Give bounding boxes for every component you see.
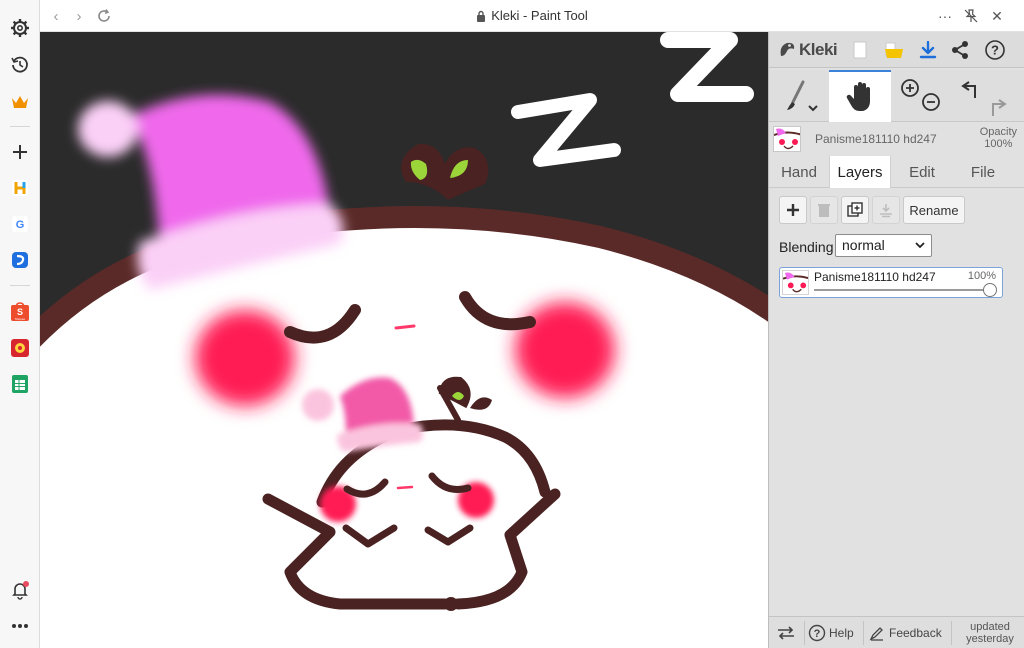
help-button[interactable]: ? Help	[808, 617, 854, 648]
duplicate-layer-button[interactable]	[841, 196, 869, 224]
tool-panel: Kleki ? Panisme181110 hd247 Opacity 100%…	[768, 32, 1024, 648]
h-app-icon[interactable]	[6, 174, 34, 202]
blending-value: normal	[842, 237, 885, 253]
page-title: Kleki - Paint Tool	[40, 8, 1024, 25]
shopee-icon[interactable]: S Shopee	[6, 298, 34, 326]
zoom-in-icon[interactable]	[901, 79, 919, 97]
rename-layer-button[interactable]: Rename	[903, 196, 965, 224]
layer-opacity-slider-track[interactable]	[814, 289, 990, 291]
bottom-divider	[804, 621, 805, 645]
svg-text:?: ?	[991, 43, 999, 58]
chevron-down-icon	[915, 242, 925, 249]
opacity-value: 100%	[984, 138, 1013, 150]
shopee-label: Shopee	[15, 317, 26, 321]
hand-icon	[846, 82, 870, 111]
help-label: Help	[829, 626, 854, 640]
brush-icon	[787, 80, 818, 112]
undo-icon[interactable]	[961, 81, 976, 98]
close-button[interactable]: ✕	[986, 6, 1008, 26]
kleki-logo-text: Kleki	[799, 40, 838, 59]
panel-bottom-bar: ? Help Feedback updated yesterday	[769, 616, 1024, 648]
crown-icon[interactable]	[6, 88, 34, 116]
zoom-out-icon[interactable]	[922, 93, 940, 111]
updated-line-1: updated	[970, 621, 1010, 633]
svg-text:G: G	[16, 219, 25, 231]
bottom-divider	[863, 621, 864, 645]
feedback-button[interactable]: Feedback	[869, 617, 942, 648]
left-cheek	[195, 310, 295, 406]
tool-row	[769, 70, 1024, 122]
updated-line-2: yesterday	[966, 633, 1014, 645]
feedback-label: Feedback	[889, 626, 942, 640]
layer-list-item[interactable]: Panisme181110 hd247 100%	[779, 267, 1003, 298]
duplicate-icon	[847, 202, 863, 217]
add-layer-button[interactable]	[779, 196, 807, 224]
plus-icon[interactable]	[6, 138, 34, 166]
help-icon[interactable]: ?	[982, 37, 1008, 63]
zoom-tools	[893, 74, 953, 118]
page-title-text: Kleki - Paint Tool	[491, 8, 588, 23]
bell-icon[interactable]	[6, 576, 34, 604]
app-window: G S Shopee ‹ › Kleki - Paint Tool ··· ✕ …	[0, 0, 1024, 648]
tab-hand[interactable]: Hand	[769, 156, 829, 188]
kleki-logo-icon	[780, 42, 795, 56]
opacity-label: Opacity	[979, 126, 1017, 138]
tab-layers[interactable]: Layers	[829, 156, 891, 188]
sheets-icon[interactable]	[6, 370, 34, 398]
delete-layer-button[interactable]	[810, 196, 838, 224]
undo-redo-tools	[955, 74, 1021, 118]
google-icon[interactable]: G	[6, 210, 34, 238]
swap-panel-icon[interactable]	[777, 617, 795, 648]
help-circle-icon: ?	[808, 624, 826, 642]
share-icon[interactable]	[947, 37, 973, 63]
lock-icon	[476, 10, 486, 25]
updated-status: updated yesterday	[955, 621, 1024, 645]
pin-off-icon[interactable]	[960, 6, 982, 26]
tab-file[interactable]: File	[953, 156, 1013, 188]
sidebar-divider	[10, 126, 30, 127]
panel-tabs: Hand Layers Edit File	[769, 156, 1024, 188]
download-icon[interactable]	[915, 37, 941, 63]
nose	[394, 324, 416, 330]
blending-label: Blending	[779, 239, 834, 255]
more-icon[interactable]	[6, 612, 34, 640]
gear-icon[interactable]	[6, 14, 34, 42]
current-layer-info: Panisme181110 hd247 Opacity 100%	[769, 122, 1024, 156]
layer-buttons: Rename	[769, 196, 1024, 226]
feedback-icon	[869, 627, 883, 641]
svg-text:S: S	[17, 307, 23, 317]
blending-row: Blending normal	[779, 234, 1019, 258]
new-file-icon[interactable]	[847, 37, 873, 63]
more-menu-button[interactable]: ···	[934, 6, 956, 26]
artwork	[40, 32, 768, 648]
blue-app-icon[interactable]	[6, 246, 34, 274]
hand-tool-button[interactable]	[829, 70, 891, 122]
redo-icon[interactable]	[992, 99, 1007, 116]
browser-title-bar: ‹ › Kleki - Paint Tool ··· ✕	[40, 0, 1024, 32]
open-folder-icon[interactable]	[881, 37, 907, 63]
bottom-divider	[951, 621, 952, 645]
blending-select[interactable]: normal	[835, 234, 932, 257]
history-icon[interactable]	[6, 51, 34, 79]
trash-icon	[818, 204, 830, 217]
game-icon[interactable]	[6, 334, 34, 362]
panel-top-bar: Kleki ?	[769, 32, 1024, 68]
merge-layer-button[interactable]	[872, 196, 900, 224]
tab-edit[interactable]: Edit	[891, 156, 953, 188]
layer-thumbnail	[782, 270, 809, 295]
current-layer-name: Panisme181110 hd247	[815, 132, 937, 146]
sidebar-divider	[10, 285, 30, 286]
browser-sidebar: G S Shopee	[0, 0, 40, 648]
svg-text:?: ?	[814, 628, 821, 640]
plus-icon	[787, 204, 799, 216]
layer-thumbnail	[773, 126, 801, 152]
kleki-logo: Kleki	[777, 38, 838, 62]
layer-opacity-slider-handle[interactable]	[983, 283, 997, 297]
merge-down-icon	[880, 204, 892, 218]
opacity-readout: Opacity 100%	[980, 126, 1017, 150]
layer-opacity-value: 100%	[967, 270, 996, 282]
brush-tool-button[interactable]	[769, 70, 829, 122]
drawing-canvas[interactable]	[40, 32, 768, 648]
layer-name: Panisme181110 hd247	[814, 270, 936, 284]
